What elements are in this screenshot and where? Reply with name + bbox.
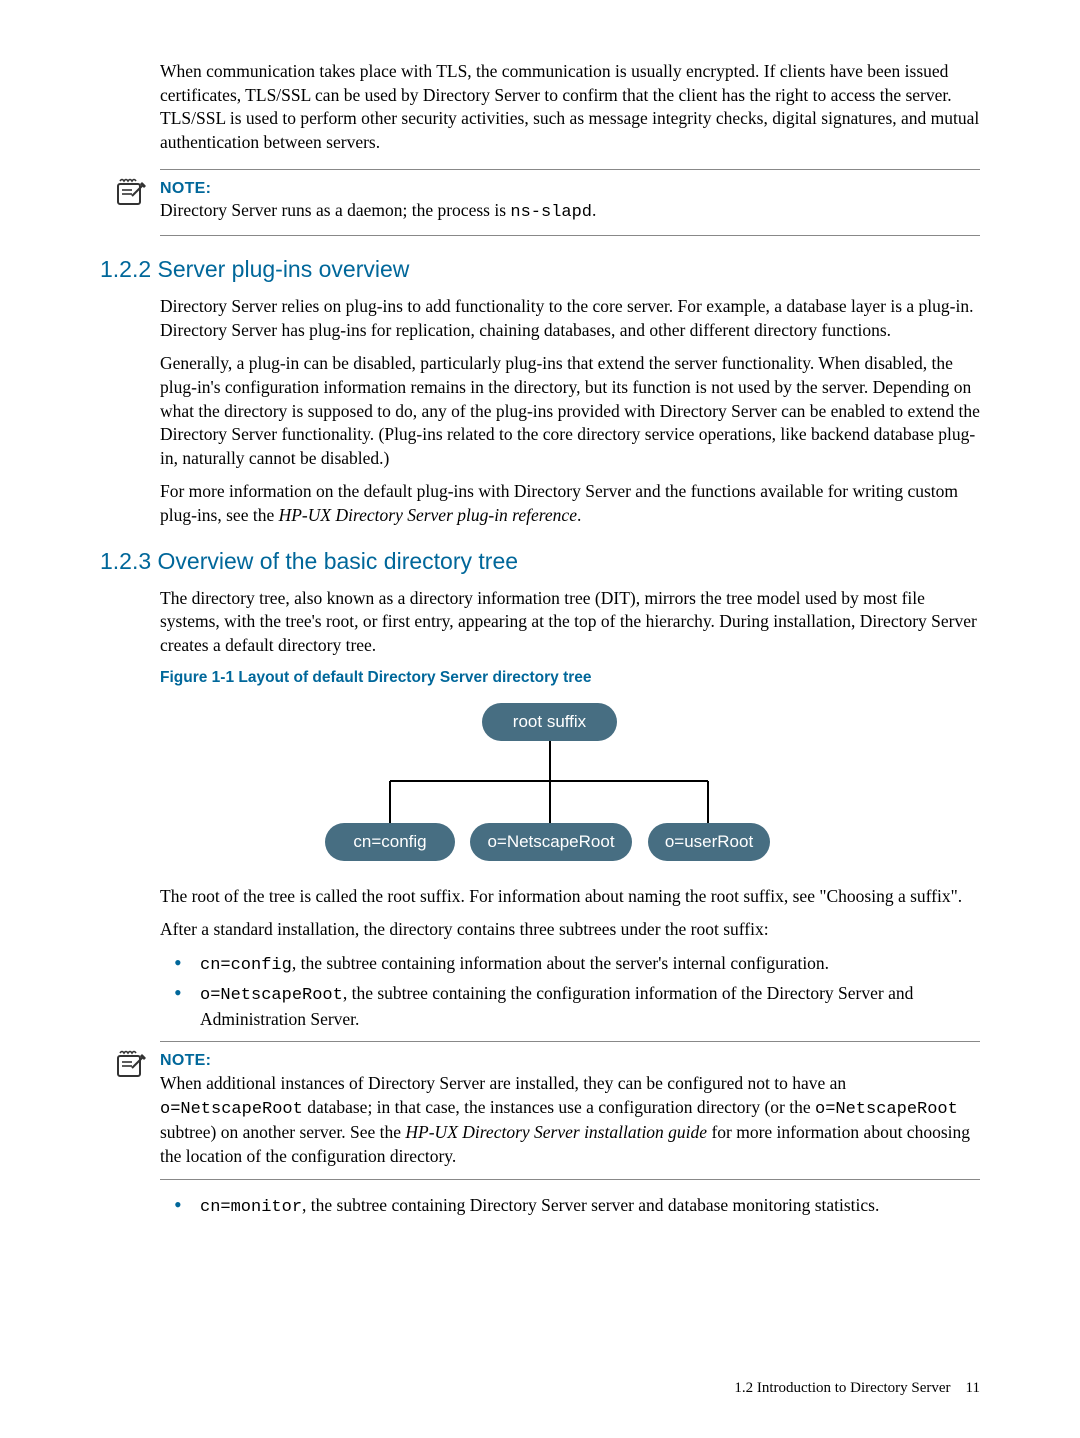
p-122-2: Generally, a plug-in can be disabled, pa… bbox=[160, 352, 980, 470]
bullet-list-2: cn=monitor, the subtree containing Direc… bbox=[160, 1194, 980, 1220]
li-text: , the subtree containing Directory Serve… bbox=[302, 1195, 879, 1215]
list-item: cn=monitor, the subtree containing Direc… bbox=[160, 1194, 980, 1220]
p-122-3: For more information on the default plug… bbox=[160, 480, 980, 527]
li-code: o=NetscapeRoot bbox=[200, 986, 343, 1005]
n2-ital: HP-UX Directory Server installation guid… bbox=[405, 1122, 707, 1142]
li-text: , the subtree containing information abo… bbox=[292, 953, 829, 973]
intro-paragraph: When communication takes place with TLS,… bbox=[160, 60, 980, 155]
node-root: root suffix bbox=[482, 703, 617, 742]
note-label: NOTE: bbox=[160, 178, 980, 200]
p-123-2: The root of the tree is called the root … bbox=[160, 885, 980, 909]
note-2: NOTE: When additional instances of Direc… bbox=[160, 1041, 980, 1179]
heading-1-2-3: 1.2.3 Overview of the basic directory tr… bbox=[100, 546, 980, 577]
list-item: o=NetscapeRoot, the subtree containing t… bbox=[160, 982, 980, 1032]
n2-t3: subtree) on another server. See the bbox=[160, 1122, 405, 1142]
note1-code: ns-slapd bbox=[510, 203, 592, 222]
note-1: NOTE: Directory Server runs as a daemon;… bbox=[160, 169, 980, 237]
footer-section: 1.2 Introduction to Directory Server bbox=[734, 1380, 950, 1396]
node-child-2: o=userRoot bbox=[648, 823, 770, 862]
list-item: cn=config, the subtree containing inform… bbox=[160, 952, 980, 978]
li-code: cn=monitor bbox=[200, 1198, 302, 1217]
n2-c2: o=NetscapeRoot bbox=[815, 1100, 958, 1119]
page-footer: 1.2 Introduction to Directory Server 11 bbox=[734, 1378, 980, 1398]
bullet-list-1: cn=config, the subtree containing inform… bbox=[160, 952, 980, 1032]
footer-page: 11 bbox=[966, 1380, 980, 1396]
directory-tree-diagram: root suffix cn=config o=NetscapeRoot o=u… bbox=[160, 701, 940, 871]
p-123-3: After a standard installation, the direc… bbox=[160, 918, 980, 942]
li-code: cn=config bbox=[200, 956, 292, 975]
p-122-3-post: . bbox=[577, 505, 581, 525]
node-child-1: o=NetscapeRoot bbox=[470, 823, 632, 862]
n2-t2: database; in that case, the instances us… bbox=[303, 1097, 815, 1117]
heading-1-2-2: 1.2.2 Server plug-ins overview bbox=[100, 254, 980, 285]
p-123-2-link[interactable]: "Choosing a suffix" bbox=[819, 886, 957, 906]
note-icon bbox=[114, 1048, 146, 1087]
p-122-1: Directory Server relies on plug-ins to a… bbox=[160, 295, 980, 342]
p-123-2-pre: The root of the tree is called the root … bbox=[160, 886, 819, 906]
p-122-3-ital: HP-UX Directory Server plug-in reference bbox=[279, 505, 577, 525]
p-123-1: The directory tree, also known as a dire… bbox=[160, 587, 980, 658]
n2-c1: o=NetscapeRoot bbox=[160, 1100, 303, 1119]
n2-t1: When additional instances of Directory S… bbox=[160, 1073, 846, 1093]
p-123-2-post: . bbox=[958, 886, 962, 906]
note-label: NOTE: bbox=[160, 1050, 980, 1072]
node-child-0: cn=config bbox=[325, 823, 455, 862]
note-icon bbox=[114, 176, 146, 215]
figure-caption: Figure 1-1 Layout of default Directory S… bbox=[160, 668, 980, 689]
note-text: When additional instances of Directory S… bbox=[160, 1072, 980, 1169]
note1-post: . bbox=[592, 200, 596, 220]
note-text: Directory Server runs as a daemon; the p… bbox=[160, 199, 980, 225]
note1-pre: Directory Server runs as a daemon; the p… bbox=[160, 200, 510, 220]
